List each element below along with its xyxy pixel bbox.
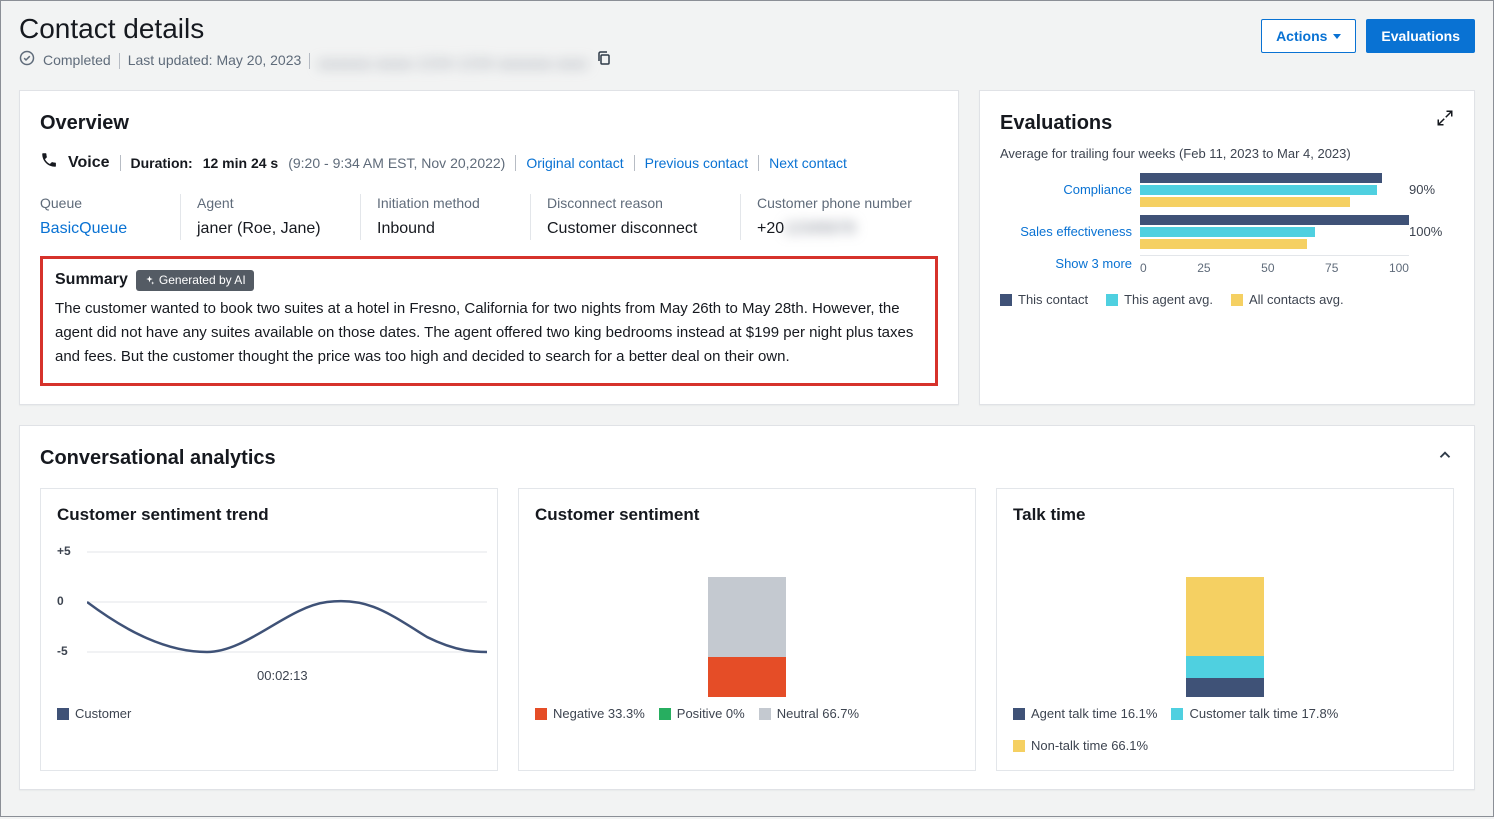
evaluations-heading: Evaluations (1000, 109, 1112, 137)
evaluations-button[interactable]: Evaluations (1366, 19, 1475, 53)
duration-label: Duration: (131, 154, 193, 174)
agent-label: Agent (197, 194, 344, 214)
duration-range: (9:20 - 9:34 AM EST, Nov 20,2022) (288, 154, 505, 174)
summary-text: The customer wanted to book two suites a… (55, 297, 923, 369)
customer-sentiment-title: Customer sentiment (535, 503, 959, 527)
legend-this-contact: This contact (1000, 291, 1088, 309)
sentiment-trend-title: Customer sentiment trend (57, 503, 481, 527)
divider (758, 155, 759, 171)
channel-label: Voice (68, 152, 110, 174)
chevron-down-icon (1333, 34, 1341, 39)
talk-time-card: Talk time Agent talk time 16.1% Customer… (996, 488, 1454, 770)
legend-all-contacts: All contacts avg. (1231, 291, 1344, 309)
eval-row-label[interactable]: Sales effectiveness (1000, 223, 1140, 241)
divider (119, 53, 120, 69)
divider (634, 155, 635, 171)
axis-minus5: -5 (57, 643, 68, 660)
ai-badge: Generated by AI (136, 270, 254, 291)
sentiment-trend-chart (87, 537, 487, 667)
divider (120, 155, 121, 171)
evaluations-chart: Compliance 90% Sales effectiveness 100% (1000, 173, 1454, 249)
legend-negative: Negative 33.3% (535, 705, 645, 723)
page-title: Contact details (19, 9, 612, 48)
eval-row-value: 90% (1409, 181, 1454, 199)
actions-label: Actions (1276, 26, 1327, 46)
original-contact-link[interactable]: Original contact (526, 154, 623, 174)
legend-this-agent: This agent avg. (1106, 291, 1213, 309)
actions-button[interactable]: Actions (1261, 19, 1356, 53)
legend-customer-talk: Customer talk time 17.8% (1171, 705, 1338, 723)
summary-heading: Summary (55, 269, 128, 291)
duration-value: 12 min 24 s (203, 154, 279, 174)
legend-non-talk: Non-talk time 66.1% (1013, 737, 1148, 755)
show-more-link[interactable]: Show 3 more (1000, 255, 1140, 277)
copy-icon[interactable] (596, 50, 612, 72)
overview-heading: Overview (40, 109, 938, 137)
divider (309, 53, 310, 69)
init-value: Inbound (377, 218, 514, 240)
analytics-heading: Conversational analytics (40, 444, 276, 472)
phone-icon (40, 151, 58, 176)
phone-value: +2012345678 (757, 218, 922, 240)
analytics-card: Conversational analytics Customer sentim… (19, 425, 1475, 789)
overview-card: Overview Voice Duration: 12 min 24 s (9:… (19, 90, 959, 406)
legend-agent-talk: Agent talk time 16.1% (1013, 705, 1157, 723)
legend-customer: Customer (57, 705, 131, 723)
axis-plus5: +5 (57, 543, 71, 560)
customer-sentiment-chart (708, 577, 786, 697)
evaluations-subtitle: Average for trailing four weeks (Feb 11,… (1000, 145, 1454, 163)
eval-row-value: 100% (1409, 223, 1454, 241)
legend-positive: Positive 0% (659, 705, 745, 723)
last-updated: Last updated: May 20, 2023 (128, 51, 302, 71)
previous-contact-link[interactable]: Previous contact (645, 154, 749, 174)
queue-label: Queue (40, 194, 164, 214)
status-text: Completed (43, 51, 111, 71)
axis-zero: 0 (57, 593, 64, 610)
redacted-id: aaaaaa-aaaa-1234-1234-aaaaaa-aaaaa (318, 54, 588, 68)
disc-label: Disconnect reason (547, 194, 724, 214)
customer-sentiment-card: Customer sentiment Negative 33.3% Positi… (518, 488, 976, 770)
evaluations-axis: 0 25 50 75 100 (1140, 255, 1409, 277)
disc-value: Customer disconnect (547, 218, 724, 240)
expand-icon[interactable] (1436, 109, 1454, 133)
queue-value[interactable]: BasicQueue (40, 220, 127, 237)
talk-time-title: Talk time (1013, 503, 1437, 527)
summary-highlight: Summary Generated by AI The customer wan… (40, 256, 938, 386)
legend-neutral: Neutral 66.7% (759, 705, 859, 723)
sparkle-icon (144, 275, 155, 286)
eval-row-bars (1140, 173, 1409, 207)
talk-time-chart (1186, 577, 1264, 697)
eval-row-label[interactable]: Compliance (1000, 181, 1140, 199)
trend-time-label: 00:02:13 (257, 667, 308, 685)
phone-label: Customer phone number (757, 194, 922, 214)
check-icon (19, 50, 35, 72)
next-contact-link[interactable]: Next contact (769, 154, 847, 174)
chevron-up-icon[interactable] (1436, 446, 1454, 471)
agent-value: janer (Roe, Jane) (197, 218, 344, 240)
divider (515, 155, 516, 171)
init-label: Initiation method (377, 194, 514, 214)
eval-row-bars (1140, 215, 1409, 249)
sentiment-trend-card: Customer sentiment trend +5 0 -5 00:02:1… (40, 488, 498, 770)
evaluations-card: Evaluations Average for trailing four we… (979, 90, 1475, 406)
